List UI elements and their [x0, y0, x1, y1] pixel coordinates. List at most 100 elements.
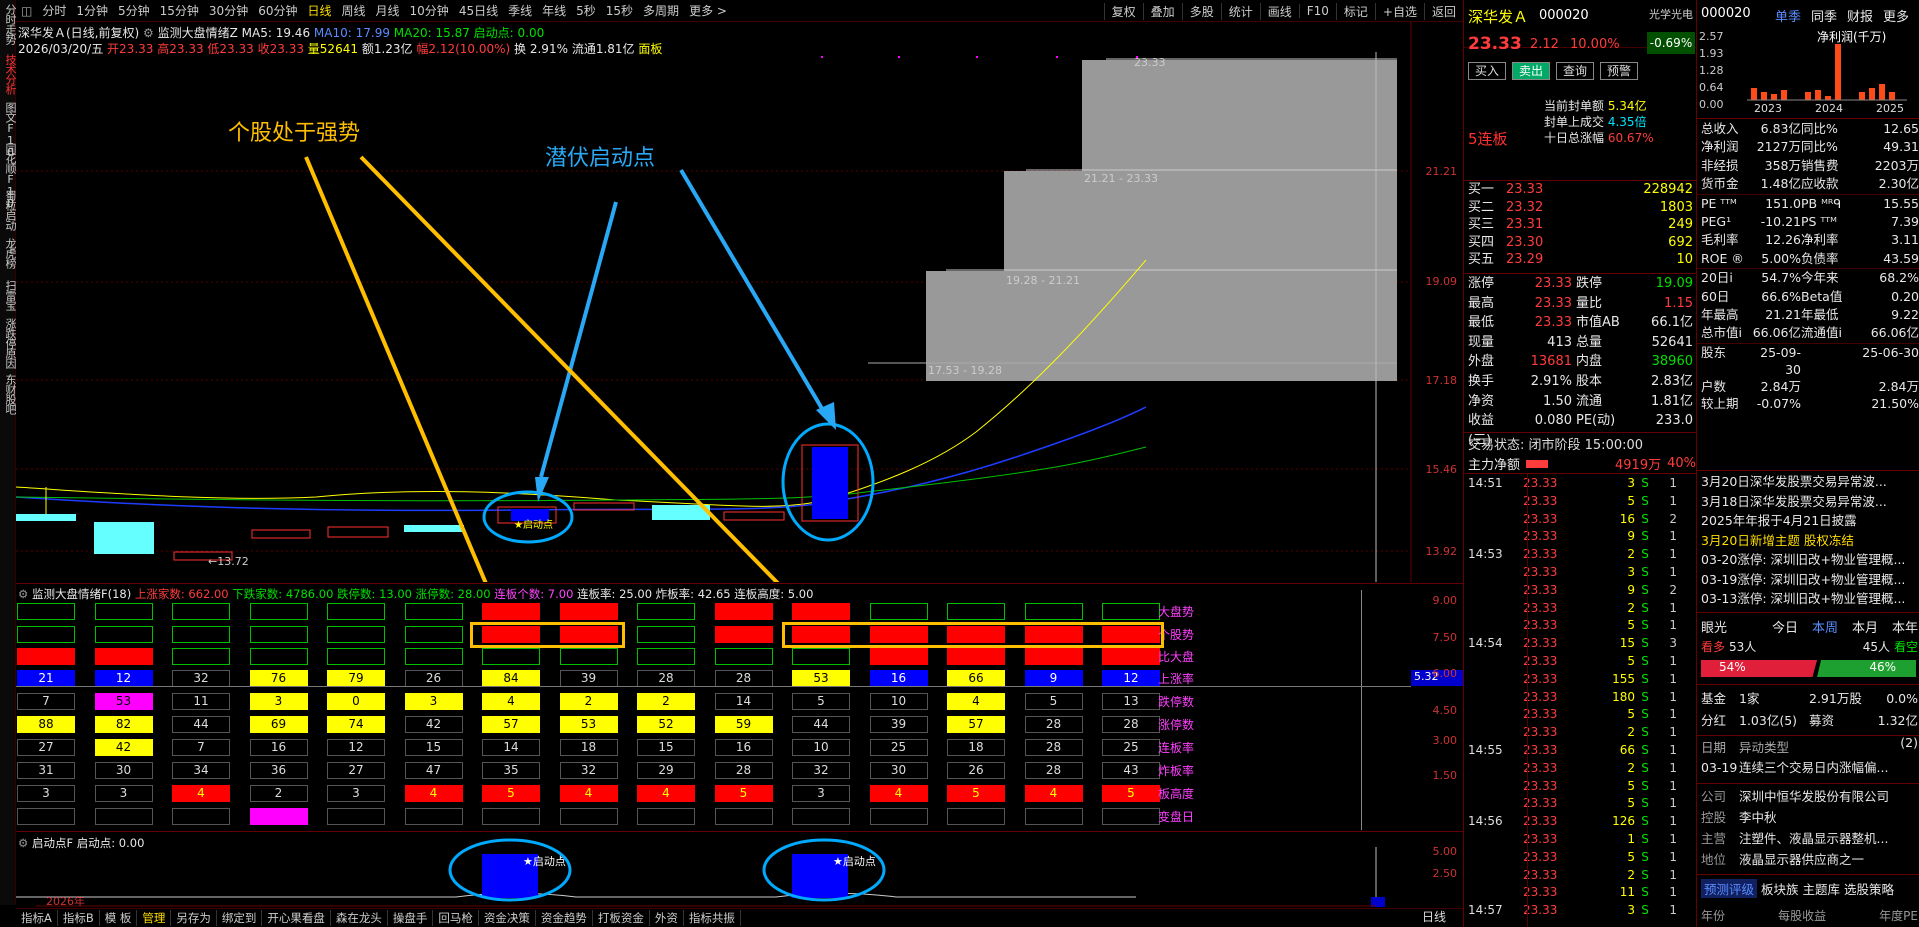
- mid-settings-icon[interactable]: ⚙: [18, 587, 28, 601]
- fund-bottom-tab-1[interactable]: 板块族: [1761, 879, 1799, 898]
- period-16[interactable]: 更多 >: [684, 2, 732, 19]
- tick-list[interactable]: 14:51 23.33 3 S 1 23.33 5 S 1 23.33 16 S 2 23.33 9 S 1 14…: [1468, 475, 1697, 920]
- left-tab-8[interactable]: 东财股吧: [0, 372, 17, 414]
- period-toggle-icon[interactable]: ◫: [16, 4, 37, 18]
- period-4[interactable]: 30分钟: [204, 2, 253, 19]
- bottom-tab-6[interactable]: 开心果看盘: [262, 910, 331, 926]
- news-item-4[interactable]: 03-20涨停: 深圳旧改+物业管理概...: [1701, 550, 1918, 570]
- toolbar-btn-2[interactable]: 多股: [1181, 2, 1221, 20]
- year-label: 2026年: [46, 894, 85, 907]
- eye-tab-today[interactable]: 今日: [1772, 617, 1798, 636]
- period-1[interactable]: 1分钟: [71, 2, 113, 19]
- bottom-tab-14[interactable]: 指标共振: [684, 910, 741, 926]
- period-5[interactable]: 60分钟: [253, 2, 302, 19]
- news-list: 3月20日深华发股票交易异常波... 3月18日深华发股票交易异常波... 2025…: [1701, 472, 1918, 609]
- period-9[interactable]: 10分钟: [405, 2, 454, 19]
- tick-row: 14:55 23.33 66 S 1: [1468, 742, 1677, 757]
- bottom-right-period[interactable]: 日线: [1422, 908, 1446, 925]
- candles: [16, 444, 859, 561]
- bid-row: 买五 23.29 10: [1468, 252, 1693, 267]
- left-tab-0[interactable]: 分时走势: [0, 2, 17, 44]
- bottom-tab-10[interactable]: 资金决策: [479, 910, 536, 926]
- bottom-tab-5[interactable]: 绑定到: [217, 910, 263, 926]
- period-7[interactable]: 周线: [337, 2, 371, 19]
- bottom-tab-4[interactable]: 另存为: [171, 910, 217, 926]
- period-2[interactable]: 5分钟: [113, 2, 155, 19]
- bottom-tab-9[interactable]: 回马枪: [433, 910, 479, 926]
- toolbar-btn-4[interactable]: 画线: [1259, 2, 1299, 20]
- news-item-5[interactable]: 03-19涨停: 深圳旧改+物业管理概...: [1701, 570, 1918, 590]
- alert-button[interactable]: 预警: [1600, 62, 1639, 80]
- news-item-0[interactable]: 3月20日深华发股票交易异常波...: [1701, 472, 1918, 492]
- bottom-tab-11[interactable]: 资金趋势: [536, 910, 593, 926]
- fund-bottom-tab-3[interactable]: 选股策略: [1844, 879, 1894, 898]
- sector-badge[interactable]: 光学光电: [1647, 6, 1695, 22]
- left-tab-7[interactable]: 涨跌停原因: [0, 316, 17, 368]
- bid-row: 买三 23.31 249: [1468, 217, 1693, 232]
- fund-row: 总市值i 66.06亿 流通值i 66.06亿: [1701, 325, 1919, 341]
- tick-row: 23.33 5 S 1: [1523, 849, 1677, 864]
- eye-tab-year[interactable]: 本年: [1892, 617, 1918, 636]
- toolbar-btn-5[interactable]: F10: [1298, 4, 1336, 18]
- bull-bear-counts: 看多 53人 45人 看空: [1701, 640, 1918, 654]
- eye-tab-month[interactable]: 本月: [1852, 617, 1878, 636]
- period-11[interactable]: 季线: [503, 2, 537, 19]
- news-item-6[interactable]: 03-13涨停: 深圳旧改+物业管理概...: [1701, 589, 1918, 609]
- bottom-tab-13[interactable]: 外资: [650, 910, 684, 926]
- company-row: 主营 注塑件、液晶显示器整机...: [1701, 831, 1889, 846]
- tick-row: 14:53 23.33 2 S 1: [1468, 547, 1677, 562]
- qidong-label-1: ★启动点: [523, 855, 566, 868]
- fund-footer: 年份 每股收益 年度PE: [1701, 909, 1918, 923]
- grid-cell: [714, 603, 773, 620]
- grid-cell: 79: [327, 670, 385, 687]
- period-0[interactable]: 分时: [37, 2, 71, 19]
- period-6[interactable]: 日线: [302, 2, 336, 19]
- news-item-2[interactable]: 2025年年报于4月21日披露: [1701, 511, 1918, 531]
- sell-button[interactable]: 卖出: [1512, 62, 1551, 80]
- grid-cell: [17, 603, 75, 620]
- period-14[interactable]: 15秒: [601, 2, 638, 19]
- bottom-tab-12[interactable]: 打板资金: [593, 910, 650, 926]
- news-item-3[interactable]: 3月20日新增主题 股权冻结: [1701, 531, 1918, 551]
- grid-cell: [404, 603, 463, 620]
- news-item-1[interactable]: 3月18日深华发股票交易异常波...: [1701, 492, 1918, 512]
- toolbar-btn-0[interactable]: 复权: [1103, 2, 1143, 20]
- toolbar-btn-1[interactable]: 叠加: [1142, 2, 1182, 20]
- grid-cell: [637, 603, 695, 620]
- left-tab-6[interactable]: 扫雷宝: [0, 278, 17, 310]
- eye-tab-week[interactable]: 本周: [1812, 617, 1838, 636]
- bottom-tab-2[interactable]: 模 板: [100, 910, 138, 926]
- period-12[interactable]: 年线: [537, 2, 571, 19]
- bottom-tab-7[interactable]: 森在龙头: [331, 910, 388, 926]
- grid-cell: [172, 808, 230, 825]
- bottom-tab-8[interactable]: 操盘手: [388, 910, 434, 926]
- left-tab-1[interactable]: 技术分析: [0, 52, 17, 94]
- toolbar-btn-6[interactable]: 标记: [1335, 2, 1375, 20]
- bottom-tab-0[interactable]: 指标A: [16, 910, 58, 926]
- main-kline-chart[interactable]: 23.33 21.21 - 23.33 19.28 - 21.21 17.53 …: [16, 22, 1446, 582]
- grid-cell: [327, 603, 385, 620]
- grid-cell: 4: [869, 785, 928, 802]
- period-8[interactable]: 月线: [371, 2, 405, 19]
- fund-row: 年最高 21.21 年最低 9.22: [1701, 307, 1919, 323]
- fund-tab-3[interactable]: 更多: [1883, 6, 1909, 25]
- fund-tab-2[interactable]: 财报: [1847, 6, 1873, 25]
- buy-button[interactable]: 买入: [1468, 62, 1507, 80]
- stat-row: 净资 1.50 流通 1.81亿: [1468, 393, 1693, 409]
- grid-cell: [714, 626, 773, 643]
- fund-bottom-tab-2[interactable]: 主题库: [1803, 879, 1841, 898]
- fund-tab-0[interactable]: 单季: [1775, 6, 1801, 25]
- fund-bottom-tab-0[interactable]: 预测评级: [1701, 879, 1758, 898]
- left-tab-5[interactable]: 龙虎榜: [0, 236, 17, 268]
- bottom-tab-1[interactable]: 指标B: [58, 910, 100, 926]
- mid-indicator-title[interactable]: 监测大盘情绪F(18): [32, 587, 131, 601]
- left-tab-4[interactable]: 蜀粒启动: [0, 188, 17, 230]
- period-10[interactable]: 45日线: [454, 2, 503, 19]
- bottom-tab-3[interactable]: 管理: [137, 910, 172, 926]
- period-3[interactable]: 15分钟: [155, 2, 204, 19]
- period-13[interactable]: 5秒: [571, 2, 601, 19]
- fund-tab-1[interactable]: 同季: [1811, 6, 1837, 25]
- query-button[interactable]: 查询: [1556, 62, 1595, 80]
- toolbar-btn-3[interactable]: 统计: [1220, 2, 1260, 20]
- period-15[interactable]: 多周期: [638, 2, 684, 19]
